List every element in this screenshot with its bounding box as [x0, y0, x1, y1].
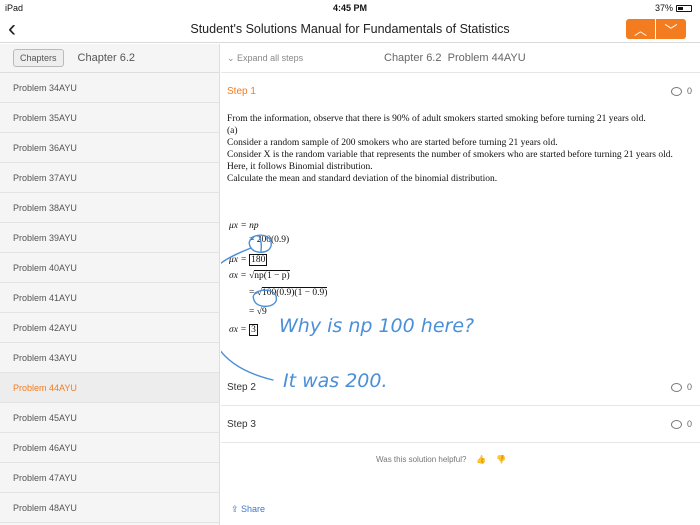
sd-formula-radicand: np(1 − p)	[254, 270, 290, 281]
helpful-prompt: Was this solution helpful?	[376, 455, 467, 464]
expand-all-button[interactable]: ⌄ Expand all steps	[227, 53, 303, 64]
share-label: Share	[241, 504, 266, 514]
battery-icon	[676, 4, 692, 12]
sd-radicand: 100(0.9)(1 − 0.9)	[261, 287, 328, 298]
heading-problem: Problem 44AYU	[447, 52, 526, 64]
mean-formula-rhs: x = np	[233, 221, 259, 231]
battery-status: 37%	[655, 3, 692, 13]
comment-icon	[670, 382, 682, 392]
sd-formula: σx = √np(1 − p)	[229, 270, 290, 281]
sidebar-problem-item[interactable]: Problem 35AYU	[0, 103, 219, 133]
step-3-comment-count: 0	[686, 419, 692, 429]
problem-list: Problem 34AYU Problem 35AYU Problem 36AYU P…	[0, 73, 219, 523]
problem-sidebar: Chapters Chapter 6.2 Problem 34AYU Proble…	[0, 44, 220, 525]
problem-heading: Chapter 6.2 Problem 44AYU	[384, 52, 526, 64]
sidebar-problem-item[interactable]: Problem 37AYU	[0, 163, 219, 193]
solution-header: ⌄ Expand all steps Chapter 6.2 Problem 4…	[221, 44, 700, 73]
step-2-comments[interactable]: 0	[670, 382, 692, 392]
mean-equals: x =	[233, 255, 247, 265]
thumbs-up-icon[interactable]: 👍	[476, 455, 486, 464]
heading-chapter: Chapter 6.2	[384, 52, 442, 64]
step-1-comment-count: 0	[686, 86, 692, 96]
sidebar-problem-item[interactable]: Problem 34AYU	[0, 73, 219, 103]
chapters-button[interactable]: Chapters	[13, 49, 64, 67]
sd-sqrt: = √	[249, 288, 262, 298]
sidebar-chapter-title: Chapter 6.2	[77, 52, 136, 64]
sidebar-problem-item[interactable]: Problem 45AYU	[0, 403, 219, 433]
step-1-label: Step 1	[227, 86, 256, 97]
sd-formula-lhs: x = √	[233, 271, 255, 281]
sd-substitution: = √100(0.9)(1 − 0.9)	[249, 287, 328, 298]
feedback-row: Was this solution helpful? 👍 👎	[376, 455, 506, 464]
step-1-line: Consider a random sample of 200 smokers …	[227, 138, 558, 148]
step-1-line: Calculate the mean and standard deviatio…	[227, 174, 498, 184]
sd-value: 3	[249, 324, 258, 336]
sidebar-problem-item[interactable]: Problem 39AYU	[0, 223, 219, 253]
sidebar-problem-item[interactable]: Problem 40AYU	[0, 253, 219, 283]
mean-result: μx = 180	[229, 254, 268, 266]
sidebar-problem-item[interactable]: Problem 41AYU	[0, 283, 219, 313]
step-2-comment-count: 0	[686, 382, 692, 392]
sidebar-problem-item[interactable]: Problem 46AYU	[0, 433, 219, 463]
sidebar-problem-item[interactable]: Problem 38AYU	[0, 193, 219, 223]
step-1-text: From the information, observe that there…	[227, 113, 687, 185]
step-1-equations: μx = np = 200(0.9) μx = 180 σx = √np(1 −…	[227, 221, 427, 361]
step-1-line: (a)	[227, 126, 238, 136]
step-1-header[interactable]: Step 1 0	[221, 74, 700, 104]
thumbs-down-icon[interactable]: 👎	[496, 455, 506, 464]
mean-value: 180	[249, 254, 268, 266]
step-3-label: Step 3	[227, 419, 256, 430]
share-button[interactable]: ⇪ Share	[231, 504, 265, 515]
sd-simplified: = √9	[249, 307, 267, 317]
problem-pager: ︿ ﹀	[626, 19, 686, 39]
nav-bar: ‹ Student's Solutions Manual for Fundame…	[0, 16, 700, 43]
next-problem-button[interactable]: ﹀	[656, 19, 686, 39]
step-2-label: Step 2	[227, 382, 256, 393]
solution-panel: ⌄ Expand all steps Chapter 6.2 Problem 4…	[221, 44, 700, 525]
sidebar-problem-item[interactable]: Problem 36AYU	[0, 133, 219, 163]
previous-problem-button[interactable]: ︿	[626, 19, 656, 39]
step-3-header[interactable]: Step 3 0	[221, 407, 700, 443]
sidebar-problem-item[interactable]: Problem 44AYU	[0, 373, 219, 403]
sidebar-problem-item[interactable]: Problem 47AYU	[0, 463, 219, 493]
sidebar-problem-item[interactable]: Problem 43AYU	[0, 343, 219, 373]
mean-substitution: = 200(0.9)	[249, 235, 290, 245]
sd-equals: x =	[233, 325, 247, 335]
step-3-comments[interactable]: 0	[670, 419, 692, 429]
step-1-line: Here, it follows Binomial distribution.	[227, 162, 373, 172]
mean-formula: μx = np	[229, 221, 259, 231]
clock: 4:45 PM	[332, 3, 367, 13]
step-1-line: From the information, observe that there…	[227, 114, 646, 124]
step-1-comments[interactable]: 0	[670, 86, 692, 96]
sd-result: σx = 3	[229, 324, 258, 336]
step-2-header[interactable]: Step 2 0	[221, 370, 700, 406]
battery-percent: 37%	[654, 3, 673, 13]
expand-all-label: Expand all steps	[237, 53, 304, 63]
book-title: Student's Solutions Manual for Fundament…	[190, 22, 510, 36]
sidebar-problem-item[interactable]: Problem 48AYU	[0, 493, 219, 523]
status-bar: iPad 4:45 PM 37%	[0, 0, 700, 16]
sidebar-header: Chapters Chapter 6.2	[0, 44, 219, 73]
comment-icon	[670, 419, 682, 429]
sidebar-problem-item[interactable]: Problem 42AYU	[0, 313, 219, 343]
comment-icon	[670, 86, 682, 96]
step-1-line: Consider X is the random variable that r…	[227, 150, 673, 160]
